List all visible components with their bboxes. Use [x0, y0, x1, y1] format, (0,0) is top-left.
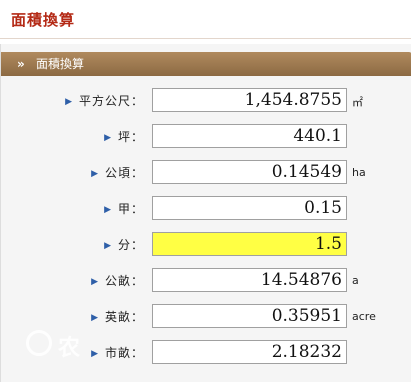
unit-label: ▶ 平方公尺： — [65, 92, 144, 109]
panel-header: » 面積換算 — [1, 52, 411, 76]
unit-label: ▶ 公畝： — [91, 272, 144, 289]
arrow-bullet-icon: ▶ — [65, 97, 73, 107]
double-chevron-icon: » — [17, 57, 25, 71]
value-input[interactable] — [152, 232, 347, 256]
unit-label: ▶ 英畝： — [91, 308, 144, 325]
panel-title: 面積換算 — [36, 57, 85, 71]
unit-label-text: 坪： — [117, 130, 144, 144]
value-input[interactable] — [152, 268, 347, 292]
conversion-row: ▶ 甲： — [0, 196, 411, 222]
value-input[interactable] — [152, 304, 347, 328]
arrow-bullet-icon: ▶ — [91, 277, 99, 287]
value-input[interactable] — [152, 88, 347, 112]
page-title: 面積換算 — [11, 11, 76, 29]
unit-label-text: 市畝： — [104, 346, 144, 360]
value-input[interactable] — [152, 160, 347, 184]
unit-label-text: 分： — [117, 238, 144, 252]
conversion-row: ▶ 英畝： acre — [0, 304, 411, 330]
unit-label: ▶ 坪： — [104, 128, 144, 145]
arrow-bullet-icon: ▶ — [91, 313, 99, 323]
unit-label-text: 英畝： — [104, 310, 144, 324]
unit-suffix: ㎡ — [352, 96, 363, 109]
unit-label-text: 公畝： — [104, 274, 144, 288]
unit-suffix: a — [352, 274, 359, 287]
value-input[interactable] — [152, 196, 347, 220]
conversion-row: ▶ 平方公尺： ㎡ — [0, 88, 411, 114]
unit-label: ▶ 分： — [104, 236, 144, 253]
value-input[interactable] — [152, 340, 347, 364]
unit-suffix: ha — [352, 166, 366, 179]
value-input[interactable] — [152, 124, 347, 148]
unit-suffix: acre — [352, 310, 376, 323]
watermark-text: 农 — [58, 336, 85, 361]
arrow-bullet-icon: ▶ — [104, 133, 112, 143]
watermark-logo-icon — [26, 330, 52, 356]
conversion-row: ▶ 公頃： ha — [0, 160, 411, 186]
conversion-row: ▶ 公畝： a — [0, 268, 411, 294]
arrow-bullet-icon: ▶ — [91, 169, 99, 179]
arrow-bullet-icon: ▶ — [104, 205, 112, 215]
arrow-bullet-icon: ▶ — [104, 241, 112, 251]
unit-label: ▶ 甲： — [104, 200, 144, 217]
unit-label-text: 公頃： — [104, 166, 144, 180]
title-divider — [0, 38, 411, 39]
arrow-bullet-icon: ▶ — [91, 349, 99, 359]
conversion-row: ▶ 分： — [0, 232, 411, 258]
conversion-row: ▶ 坪： — [0, 124, 411, 150]
unit-label: ▶ 公頃： — [91, 164, 144, 181]
unit-label-text: 平方公尺： — [78, 94, 144, 108]
unit-label-text: 甲： — [117, 202, 144, 216]
unit-label: ▶ 市畝： — [91, 344, 144, 361]
